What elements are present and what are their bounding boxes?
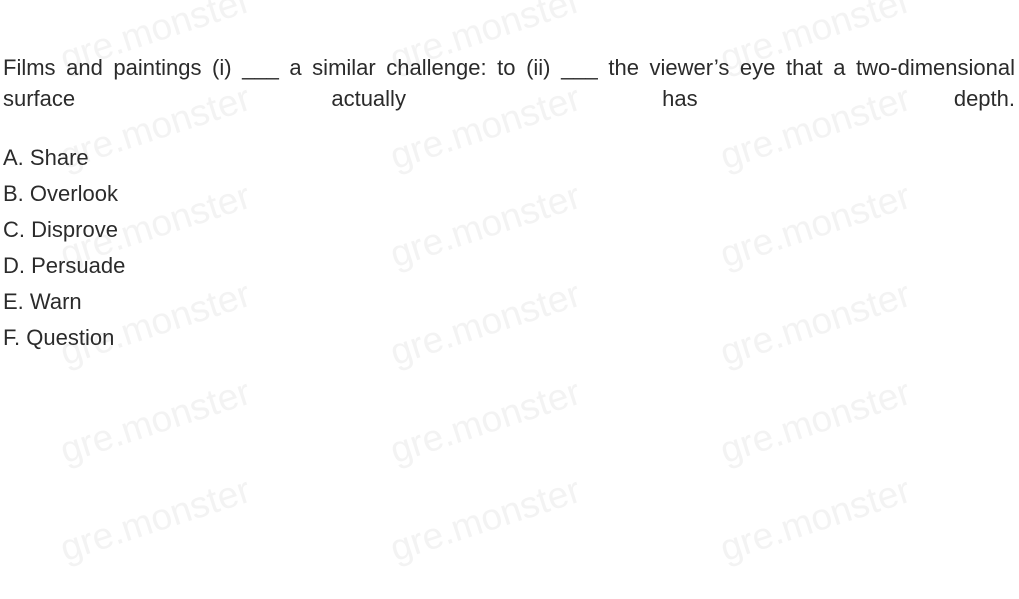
answer-option-c[interactable]: C. Disprove [3,212,603,248]
option-letter: E. [3,289,24,314]
option-letter: C. [3,217,25,242]
option-text: Persuade [31,253,126,278]
option-text: Disprove [31,217,118,242]
option-letter: F. [3,325,21,350]
option-text: Share [29,145,89,170]
answer-option-f[interactable]: F. Question [3,320,603,356]
answer-option-d[interactable]: D. Persuade [3,248,603,284]
answer-option-e[interactable]: E. Warn [3,284,603,320]
option-text: Warn [29,289,82,314]
answer-options-list: A. Share B. Overlook C. Disprove D. Persuad… [3,140,603,356]
option-text: Question [26,325,115,350]
option-letter: A. [3,145,24,170]
option-letter: D. [3,253,25,278]
answer-option-b[interactable]: B. Overlook [3,176,603,212]
option-letter: B. [3,181,24,206]
answer-option-a[interactable]: A. Share [3,140,603,176]
question-passage: Films and paintings (i) ___ a similar ch… [3,55,1015,111]
question-content: Films and paintings (i) ___ a similar ch… [0,0,1019,599]
option-text: Overlook [29,181,118,206]
